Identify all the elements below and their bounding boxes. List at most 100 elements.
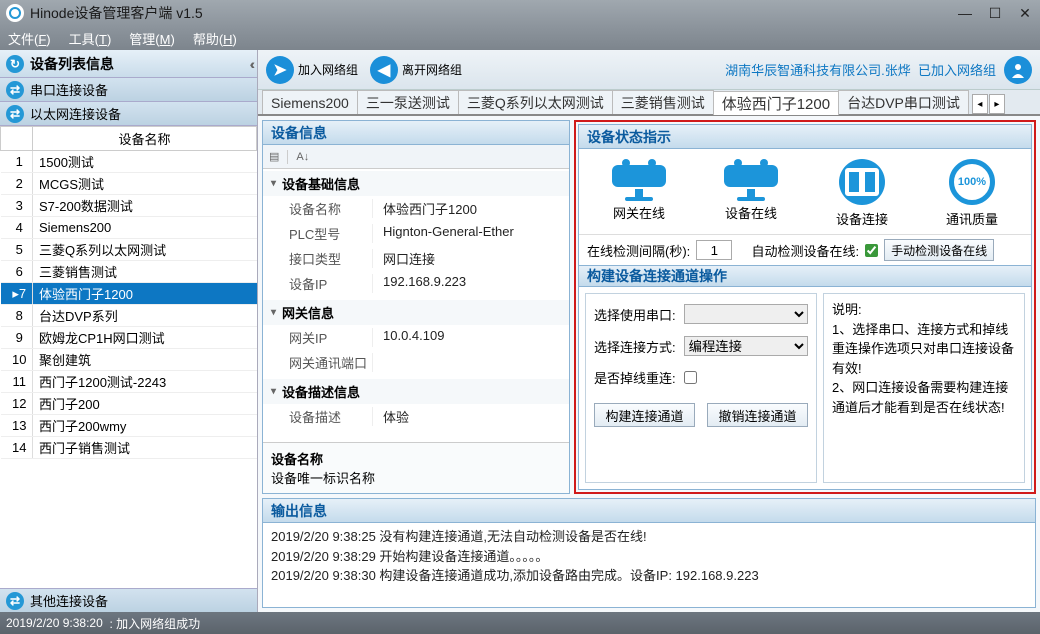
mode-select[interactable]: 编程连接	[684, 336, 808, 356]
k-iface: 接口类型	[263, 249, 373, 268]
tab-scroll-right[interactable]: ▸	[989, 94, 1005, 114]
output-line: 2019/2/20 9:38:30 构建设备连接通道成功,添加设备路由完成。设备…	[271, 566, 1027, 586]
device-row[interactable]: ▸7体验西门子1200	[1, 283, 257, 305]
device-row[interactable]: 12西门子200	[1, 393, 257, 415]
minimize-button[interactable]: —	[950, 0, 980, 26]
v-devip: 192.168.9.223	[373, 274, 569, 293]
devices-icon: ↻	[6, 55, 24, 73]
comm-quality-indicator: 100% 通讯质量	[946, 159, 998, 228]
sidebar-group-serial-label: 串口连接设备	[30, 80, 108, 99]
sidebar-group-other[interactable]: ⇄ 其他连接设备	[0, 588, 257, 612]
sidebar-group-ethernet[interactable]: ⇄ 以太网连接设备	[0, 102, 257, 126]
device-connect-label: 设备连接	[836, 209, 888, 228]
leave-icon: ◀	[370, 56, 398, 84]
group-basic[interactable]: 设备基础信息	[263, 171, 569, 196]
prop-help-sub: 设备唯一标识名称	[271, 471, 375, 486]
window-controls: — ☐ ✕	[950, 0, 1040, 26]
tab-scroll-left[interactable]: ◂	[972, 94, 988, 114]
help-line-2: 2、网口连接设备需要构建连接通道后才能看到是否在线状态!	[832, 380, 1008, 415]
v-devname: 体验西门子1200	[373, 199, 569, 218]
help-line-1: 1、选择串口、连接方式和掉线重连操作选项只对串口连接设备有效!	[832, 322, 1014, 376]
row-name: 西门子1200测试-2243	[33, 371, 257, 393]
device-row[interactable]: 2MCGS测试	[1, 173, 257, 195]
sort-category-icon[interactable]: ▤	[269, 150, 279, 163]
device-info-title: 设备信息	[263, 121, 569, 145]
tab-5[interactable]: 台达DVP串口测试	[838, 90, 969, 114]
prop-grid: 设备基础信息 设备名称体验西门子1200 PLC型号Hignton-Genera…	[263, 169, 569, 442]
group-desc[interactable]: 设备描述信息	[263, 379, 569, 404]
manual-detect-button[interactable]: 手动检测设备在线	[884, 239, 994, 261]
row-name: 三菱Q系列以太网测试	[33, 239, 257, 261]
tab-2[interactable]: 三菱Q系列以太网测试	[458, 90, 613, 114]
row-name: 聚创建筑	[33, 349, 257, 371]
interval-input[interactable]	[696, 240, 732, 260]
device-table: 设备名称 11500测试2MCGS测试3S7-200数据测试4Siemens20…	[0, 126, 257, 588]
join-network-button[interactable]: ➤ 加入网络组	[266, 54, 358, 86]
menu-manage[interactable]: 管理(M)	[129, 29, 175, 48]
row-index: 4	[1, 217, 33, 239]
auto-detect-label: 自动检测设备在线:	[752, 241, 860, 260]
tab-3[interactable]: 三菱销售测试	[612, 90, 714, 114]
device-row[interactable]: 10聚创建筑	[1, 349, 257, 371]
auto-detect-checkbox[interactable]	[865, 244, 878, 257]
menu-help[interactable]: 帮助(H)	[193, 29, 237, 48]
serial-select[interactable]	[684, 304, 808, 324]
build-title: 构建设备连接通道操作	[579, 265, 1031, 287]
sort-alpha-icon[interactable]: A↓	[296, 151, 309, 163]
row-index: 11	[1, 371, 33, 393]
menu-file[interactable]: 文件(F)	[8, 29, 51, 48]
sidebar-group-serial[interactable]: ⇄ 串口连接设备	[0, 78, 257, 102]
device-row[interactable]: 11500测试	[1, 151, 257, 173]
tab-bar: Siemens200三一泵送测试三菱Q系列以太网测试三菱销售测试体验西门子120…	[258, 90, 1040, 116]
device-row[interactable]: 13西门子200wmy	[1, 415, 257, 437]
cancel-channel-button[interactable]: 撤销连接通道	[707, 403, 808, 427]
device-row[interactable]: 14西门子销售测试	[1, 437, 257, 459]
build-channel-button[interactable]: 构建连接通道	[594, 403, 695, 427]
company-label: 湖南华辰智通科技有限公司.张烨	[725, 60, 911, 79]
device-row[interactable]: 11西门子1200测试-2243	[1, 371, 257, 393]
menu-tool[interactable]: 工具(T)	[69, 29, 112, 48]
serial-icon: ⇄	[6, 81, 24, 99]
v-gwip: 10.0.4.109	[373, 328, 569, 347]
status-time: 2019/2/20 9:38:20	[6, 616, 103, 630]
output-line: 2019/2/20 9:38:29 开始构建设备连接通道。。。。。	[271, 547, 1027, 567]
row-index: 1	[1, 151, 33, 173]
k-desc: 设备描述	[263, 407, 373, 426]
row-index: 2	[1, 173, 33, 195]
gateway-online-indicator: 网关在线	[612, 159, 666, 228]
device-row[interactable]: 9欧姆龙CP1H网口测试	[1, 327, 257, 349]
output-line: 2019/2/20 9:38:25 没有构建连接通道,无法自动检测设备是否在线!	[271, 527, 1027, 547]
reconnect-checkbox[interactable]	[684, 371, 697, 384]
collapse-icon[interactable]: ‹‹	[250, 56, 251, 72]
avatar-icon[interactable]	[1004, 56, 1032, 84]
tab-4[interactable]: 体验西门子1200	[713, 91, 839, 115]
close-button[interactable]: ✕	[1010, 0, 1040, 26]
sidebar-header: ↻ 设备列表信息 ‹‹	[0, 50, 257, 78]
row-index: 3	[1, 195, 33, 217]
row-name: S7-200数据测试	[33, 195, 257, 217]
v-iface: 网口连接	[373, 249, 569, 268]
device-row[interactable]: 6三菱销售测试	[1, 261, 257, 283]
k-gwip: 网关IP	[263, 328, 373, 347]
group-gateway[interactable]: 网关信息	[263, 300, 569, 325]
tab-1[interactable]: 三一泵送测试	[357, 90, 459, 114]
row-index: 9	[1, 327, 33, 349]
device-row[interactable]: 3S7-200数据测试	[1, 195, 257, 217]
maximize-button[interactable]: ☐	[980, 0, 1010, 26]
row-index: 6	[1, 261, 33, 283]
sidebar-group-other-label: 其他连接设备	[30, 591, 108, 610]
tab-0[interactable]: Siemens200	[262, 90, 358, 114]
device-row[interactable]: 4Siemens200	[1, 217, 257, 239]
output-panel: 输出信息 2019/2/20 9:38:25 没有构建连接通道,无法自动检测设备…	[262, 498, 1036, 608]
device-row[interactable]: 5三菱Q系列以太网测试	[1, 239, 257, 261]
sidebar-group-ethernet-label: 以太网连接设备	[30, 104, 121, 123]
output-body: 2019/2/20 9:38:25 没有构建连接通道,无法自动检测设备是否在线!…	[263, 523, 1035, 605]
row-index: 13	[1, 415, 33, 437]
device-row[interactable]: 8台达DVP系列	[1, 305, 257, 327]
help-title: 说明:	[832, 302, 862, 317]
row-index: 14	[1, 437, 33, 459]
join-icon: ➤	[266, 56, 294, 84]
mode-select-label: 选择连接方式:	[594, 337, 676, 356]
leave-network-button[interactable]: ◀ 离开网络组	[370, 54, 462, 86]
row-index: 10	[1, 349, 33, 371]
